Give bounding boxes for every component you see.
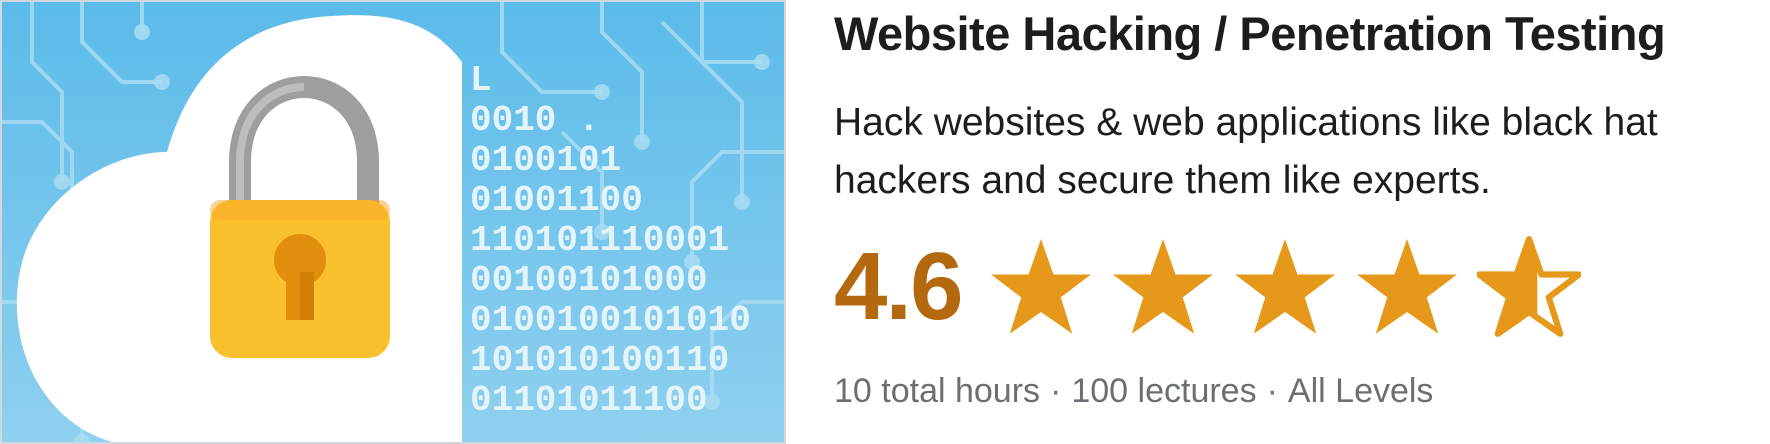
svg-text:01001100: 01001100 [470, 180, 643, 221]
star-full-icon [1235, 239, 1336, 334]
total-hours: 10 total hours [834, 372, 1041, 410]
rating-value: 4.6 [834, 233, 963, 340]
svg-text:L: L [470, 60, 492, 101]
course-thumbnail[interactable]: L 0010 . 0100101 01001100 110101110001 0… [0, 0, 786, 444]
course-title[interactable]: Website Hacking / Penetration Testing [834, 6, 1666, 61]
star-full-icon [1357, 239, 1458, 334]
meta-separator: · [1050, 372, 1062, 410]
star-full-icon [991, 239, 1092, 334]
course-level: All Levels [1287, 372, 1434, 410]
course-info: Website Hacking / Penetration Testing Ha… [786, 0, 1770, 444]
svg-text:00100101000: 00100101000 [470, 260, 708, 301]
svg-text:0100100101010: 0100100101010 [470, 300, 751, 341]
course-card[interactable]: L 0010 . 0100101 01001100 110101110001 0… [0, 0, 1770, 444]
star-rating [989, 235, 1582, 339]
lecture-count: 100 lectures [1071, 372, 1257, 410]
svg-text:0010 .: 0010 . [470, 100, 600, 141]
course-meta: 10 total hours · 100 lectures · All Leve… [834, 372, 1433, 411]
thumbnail-image: L 0010 . 0100101 01001100 110101110001 0… [2, 2, 784, 442]
svg-text:0100101: 0100101 [470, 140, 621, 181]
star-half-icon [1477, 236, 1582, 337]
star-full-icon [1113, 239, 1214, 334]
svg-text:01101011100: 01101011100 [470, 380, 708, 421]
course-headline: Hack websites & web applications like bl… [834, 101, 1658, 202]
rating-row: 4.6 [834, 232, 1582, 342]
meta-separator: · [1266, 372, 1278, 410]
svg-text:110101110001: 110101110001 [470, 220, 729, 261]
svg-text:101010100110: 101010100110 [470, 340, 729, 381]
